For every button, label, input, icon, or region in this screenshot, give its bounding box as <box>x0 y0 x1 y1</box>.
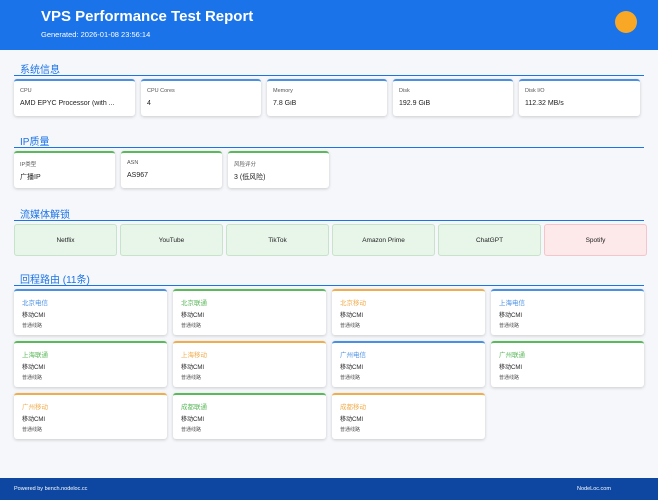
report-title: VPS Performance Test Report <box>41 8 254 25</box>
card-value: 4 <box>147 100 151 107</box>
route-name: 成都移动 <box>340 404 366 411</box>
route-isp: 移动CMI <box>340 417 363 423</box>
card-value: AS967 <box>127 172 149 179</box>
route-name: 广州联通 <box>499 352 525 359</box>
route-card: 广州移动 移动CMI 普通线路 <box>14 393 167 439</box>
route-type: 普通线路 <box>499 375 520 381</box>
route-isp: 移动CMI <box>22 365 45 371</box>
route-name: 上海联通 <box>22 352 48 359</box>
route-card: 北京电信 移动CMI 普通线路 <box>14 289 167 335</box>
site-link[interactable]: NodeLoc.com <box>577 486 611 492</box>
section-divider <box>14 220 644 221</box>
route-isp: 移动CMI <box>499 313 522 319</box>
route-type: 普通线路 <box>181 427 202 433</box>
media-chatgpt: ChatGPT <box>438 224 541 256</box>
card-label: Disk <box>399 88 410 94</box>
route-type: 普通线路 <box>340 427 361 433</box>
route-card: 广州联通 移动CMI 普通线路 <box>491 341 644 387</box>
system-card-cores: CPU Cores 4 <box>141 79 261 116</box>
route-name: 广州移动 <box>22 404 48 411</box>
route-name: 北京电信 <box>22 300 48 307</box>
route-isp: 移动CMI <box>181 417 204 423</box>
card-label: IP类型 <box>20 162 37 168</box>
section-divider <box>14 75 644 76</box>
status-dot-icon <box>615 11 637 33</box>
route-type: 普通线路 <box>340 375 361 381</box>
route-isp: 移动CMI <box>499 365 522 371</box>
route-type: 普通线路 <box>22 323 43 329</box>
ip-card-asn: ASN AS967 <box>121 151 222 188</box>
card-label: Memory <box>273 88 293 94</box>
powered-by-link[interactable]: Powered by bench.nodeloc.cc <box>14 486 87 492</box>
route-card: 上海移动 移动CMI 普通线路 <box>173 341 326 387</box>
route-card: 北京移动 移动CMI 普通线路 <box>332 289 485 335</box>
route-isp: 移动CMI <box>181 313 204 319</box>
route-card: 成都联通 移动CMI 普通线路 <box>173 393 326 439</box>
route-name: 广州电信 <box>340 352 366 359</box>
card-label: CPU Cores <box>147 88 175 94</box>
route-name: 上海移动 <box>181 352 207 359</box>
route-card: 上海电信 移动CMI 普通线路 <box>491 289 644 335</box>
route-card: 成都移动 移动CMI 普通线路 <box>332 393 485 439</box>
route-card: 上海联通 移动CMI 普通线路 <box>14 341 167 387</box>
route-type: 普通线路 <box>340 323 361 329</box>
system-card-disk-io: Disk I/O 112.32 MB/s <box>519 79 640 116</box>
report-footer: Powered by bench.nodeloc.cc NodeLoc.com <box>0 478 658 500</box>
card-value: 192.9 GiB <box>399 100 431 107</box>
card-label: CPU <box>20 88 32 94</box>
route-type: 普通线路 <box>22 375 43 381</box>
media-spotify: Spotify <box>544 224 647 256</box>
route-isp: 移动CMI <box>22 417 45 423</box>
system-card-disk: Disk 192.9 GiB <box>393 79 513 116</box>
media-amazon-prime: Amazon Prime <box>332 224 435 256</box>
route-type: 普通线路 <box>181 323 202 329</box>
ip-card-type: IP类型 广播IP <box>14 151 115 188</box>
route-name: 上海电信 <box>499 300 525 307</box>
route-name: 成都联通 <box>181 404 207 411</box>
card-value: 7.8 GiB <box>273 100 297 107</box>
route-name: 北京联通 <box>181 300 207 307</box>
media-youtube: YouTube <box>120 224 223 256</box>
card-label: 风险评分 <box>234 162 257 168</box>
section-divider <box>14 285 644 286</box>
routes-heading: 回程路由 (11条) <box>20 275 90 286</box>
streaming-heading: 流媒体解锁 <box>20 210 70 221</box>
route-type: 普通线路 <box>499 323 520 329</box>
media-netflix: Netflix <box>14 224 117 256</box>
route-isp: 移动CMI <box>181 365 204 371</box>
route-isp: 移动CMI <box>340 365 363 371</box>
route-type: 普通线路 <box>181 375 202 381</box>
section-divider <box>14 147 644 148</box>
route-card: 北京联通 移动CMI 普通线路 <box>173 289 326 335</box>
route-type: 普通线路 <box>22 427 43 433</box>
route-isp: 移动CMI <box>22 313 45 319</box>
route-card: 广州电信 移动CMI 普通线路 <box>332 341 485 387</box>
report-header: VPS Performance Test Report Generated: 2… <box>0 0 658 50</box>
system-info-heading: 系统信息 <box>20 65 60 76</box>
route-name: 北京移动 <box>340 300 366 307</box>
ip-card-risk-score: 风险评分 3 (低风险) <box>228 151 329 188</box>
card-value: AMD EPYC Processor (with ... <box>20 100 115 107</box>
card-value: 3 (低风险) <box>234 174 266 181</box>
generated-timestamp: Generated: 2026-01-08 23:56:14 <box>41 30 151 39</box>
card-label: Disk I/O <box>525 88 545 94</box>
card-value: 广播IP <box>20 174 41 181</box>
system-card-memory: Memory 7.8 GiB <box>267 79 387 116</box>
card-label: ASN <box>127 160 139 166</box>
route-isp: 移动CMI <box>340 313 363 319</box>
card-value: 112.32 MB/s <box>525 100 564 107</box>
system-card-cpu: CPU AMD EPYC Processor (with ... <box>14 79 135 116</box>
ip-quality-heading: IP质量 <box>20 137 50 148</box>
media-tiktok: TikTok <box>226 224 329 256</box>
